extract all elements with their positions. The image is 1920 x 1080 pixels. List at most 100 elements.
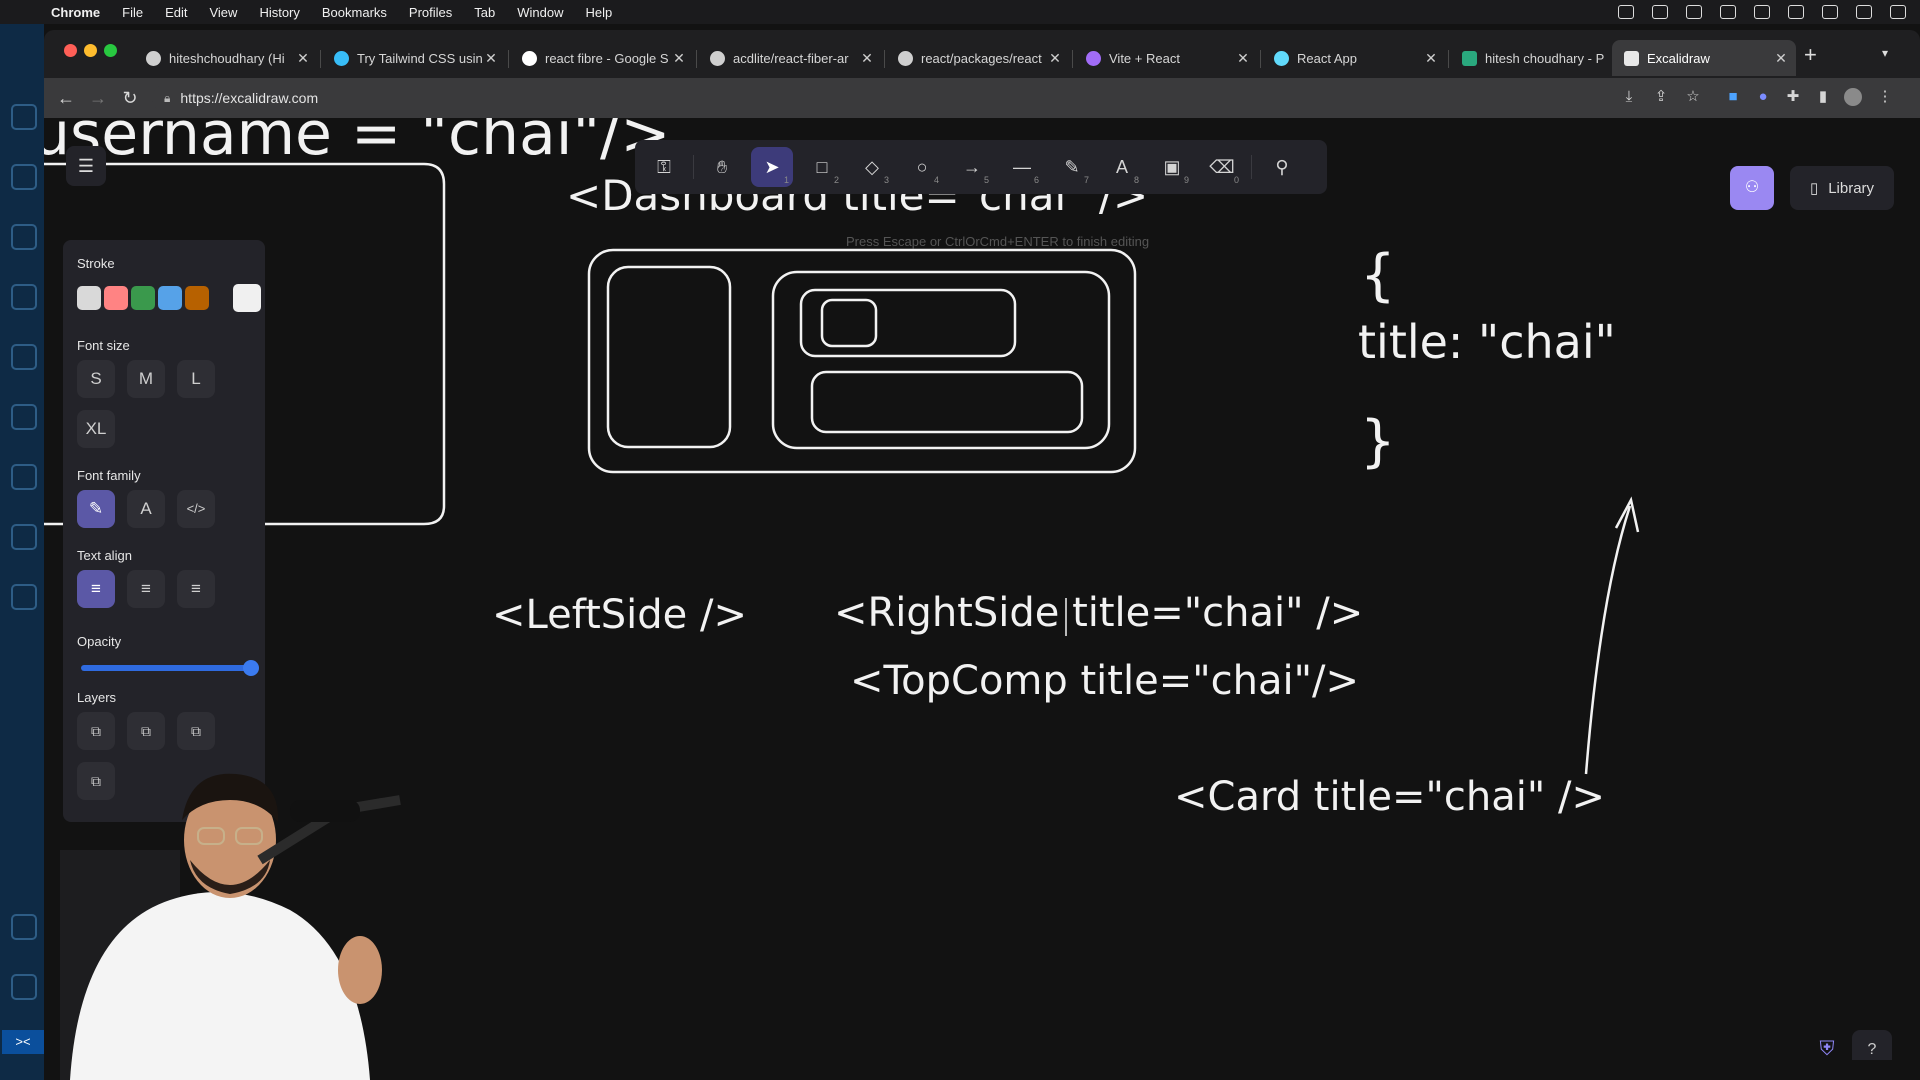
profile-avatar[interactable] bbox=[1844, 88, 1862, 106]
upward-arrow[interactable] bbox=[1584, 505, 1632, 775]
font-size-l-button[interactable]: L bbox=[177, 360, 215, 398]
title-prop-text[interactable]: title: "chai" bbox=[1358, 315, 1616, 369]
username-text[interactable]: username = "chai"/> bbox=[44, 118, 671, 169]
rectangle-tool-icon[interactable]: □ 2 bbox=[801, 147, 843, 187]
font-size-s-button[interactable]: S bbox=[77, 360, 115, 398]
leftside-text[interactable]: <LeftSide /> bbox=[492, 592, 747, 638]
tab-react-app[interactable]: React App ✕ bbox=[1262, 40, 1446, 76]
tab-tailwind[interactable]: Try Tailwind CSS usin ✕ bbox=[322, 40, 506, 76]
forward-button[interactable]: → bbox=[86, 86, 110, 110]
menu-chrome[interactable]: Chrome bbox=[40, 5, 111, 20]
close-tab-icon[interactable]: ✕ bbox=[482, 50, 500, 67]
close-tab-icon[interactable]: ✕ bbox=[858, 50, 876, 67]
topcomp-text[interactable]: <TopComp title="chai"/> bbox=[850, 658, 1359, 704]
status-icon-1[interactable] bbox=[1618, 5, 1634, 19]
live-share-icon[interactable] bbox=[11, 584, 37, 610]
rightside-text[interactable]: <RightSide title="chai" /> bbox=[834, 590, 1363, 636]
tab-react-fiber-architecture[interactable]: acdlite/react-fiber-ar ✕ bbox=[698, 40, 882, 76]
card-rectangle[interactable] bbox=[820, 298, 878, 348]
extensions-icon[interactable] bbox=[11, 344, 37, 370]
close-window-button[interactable] bbox=[64, 44, 77, 57]
docker-icon[interactable] bbox=[11, 464, 37, 490]
help-button[interactable]: ? bbox=[1852, 1030, 1892, 1060]
menu-history[interactable]: History bbox=[248, 5, 310, 20]
status-icon-3[interactable] bbox=[1686, 5, 1702, 19]
address-bar[interactable]: 🔒︎ https://excalidraw.com bbox=[152, 84, 1692, 112]
send-backward-icon[interactable]: ⧉ bbox=[127, 712, 165, 750]
bottom-rectangle[interactable] bbox=[810, 370, 1084, 434]
extra-tools-icon[interactable]: ⚲ bbox=[1261, 147, 1303, 187]
current-stroke-color[interactable] bbox=[233, 284, 261, 312]
new-tab-button[interactable]: + bbox=[1804, 42, 1817, 68]
remote-explorer-icon[interactable] bbox=[11, 404, 37, 430]
close-tab-icon[interactable]: ✕ bbox=[1234, 50, 1252, 67]
lock-icon[interactable]: 🔒︎ bbox=[164, 91, 170, 106]
menu-bookmarks[interactable]: Bookmarks bbox=[311, 5, 398, 20]
align-right-icon[interactable]: ≡ bbox=[177, 570, 215, 608]
remote-status-badge[interactable]: >< bbox=[2, 1030, 44, 1054]
close-tab-icon[interactable]: ✕ bbox=[1422, 50, 1440, 67]
bookmark-star-icon[interactable]: ☆ bbox=[1684, 88, 1702, 106]
text-tool-icon[interactable]: A8 bbox=[1101, 147, 1143, 187]
leftside-rectangle[interactable] bbox=[606, 265, 732, 449]
minimize-window-button[interactable] bbox=[84, 44, 97, 57]
ellipse-tool-icon[interactable]: ○ 4 bbox=[901, 147, 943, 187]
tab-react-packages[interactable]: react/packages/react ✕ bbox=[886, 40, 1070, 76]
font-size-m-button[interactable]: M bbox=[127, 360, 165, 398]
tab-github-hitesh[interactable]: hiteshchoudhary (Hi ✕ bbox=[134, 40, 318, 76]
brace-close-text[interactable]: } bbox=[1360, 409, 1396, 474]
status-icon-2[interactable] bbox=[1652, 5, 1668, 19]
back-button[interactable]: ← bbox=[54, 86, 78, 110]
status-icon-5[interactable] bbox=[1754, 5, 1770, 19]
send-to-back-icon[interactable]: ⧉ bbox=[77, 712, 115, 750]
eraser-tool-icon[interactable]: ⌫ 0 bbox=[1201, 147, 1243, 187]
menu-profiles[interactable]: Profiles bbox=[398, 5, 463, 20]
main-menu-button[interactable]: ☰ bbox=[66, 146, 106, 186]
run-debug-icon[interactable] bbox=[11, 284, 37, 310]
image-tool-icon[interactable]: ▣ 9 bbox=[1151, 147, 1193, 187]
draw-tool-icon[interactable]: ✎ 7 bbox=[1051, 147, 1093, 187]
stroke-color-swatch-5[interactable] bbox=[185, 286, 209, 310]
font-hand-drawn-icon[interactable]: ✎ bbox=[77, 490, 115, 528]
reload-button[interactable]: ↻ bbox=[118, 86, 142, 110]
dashboard-rectangle[interactable] bbox=[587, 248, 1137, 474]
font-size-xl-button[interactable]: XL bbox=[77, 410, 115, 448]
control-center-icon[interactable] bbox=[1822, 5, 1838, 19]
close-tab-icon[interactable]: ✕ bbox=[294, 50, 312, 67]
menu-view[interactable]: View bbox=[198, 5, 248, 20]
encryption-shield-icon[interactable]: ⛨ bbox=[1814, 1038, 1840, 1060]
menu-tab[interactable]: Tab bbox=[463, 5, 506, 20]
font-normal-icon[interactable]: A bbox=[127, 490, 165, 528]
brace-open-text[interactable]: { bbox=[1360, 243, 1396, 308]
stroke-color-swatch-3[interactable] bbox=[131, 286, 155, 310]
font-code-icon[interactable]: </> bbox=[177, 490, 215, 528]
side-panel-icon[interactable]: ▮ bbox=[1814, 88, 1832, 106]
extensions-puzzle-icon[interactable]: ✚ bbox=[1784, 88, 1802, 106]
menu-help[interactable]: Help bbox=[575, 5, 624, 20]
stroke-color-swatch-1[interactable] bbox=[77, 286, 101, 310]
stroke-color-swatch-4[interactable] bbox=[158, 286, 182, 310]
tab-vite-react[interactable]: Vite + React ✕ bbox=[1074, 40, 1258, 76]
card-text[interactable]: <Card title="chai" /> bbox=[1174, 774, 1605, 820]
install-app-icon[interactable]: ⤓ bbox=[1620, 88, 1638, 106]
close-tab-icon[interactable]: ✕ bbox=[670, 50, 688, 67]
menu-edit[interactable]: Edit bbox=[154, 5, 198, 20]
share-icon[interactable]: ⇪ bbox=[1652, 88, 1670, 106]
extension-icon-1[interactable]: ■ bbox=[1724, 88, 1742, 106]
extension-icon-2[interactable]: ● bbox=[1754, 88, 1772, 106]
diamond-tool-icon[interactable]: ◇ 3 bbox=[851, 147, 893, 187]
align-center-icon[interactable]: ≡ bbox=[127, 570, 165, 608]
siri-icon[interactable] bbox=[1856, 5, 1872, 19]
menu-file[interactable]: File bbox=[111, 5, 154, 20]
source-control-icon[interactable] bbox=[11, 224, 37, 250]
live-collaboration-button[interactable]: ⚇ bbox=[1730, 166, 1774, 210]
tab-hitesh-profile[interactable]: hitesh choudhary - P ✕ bbox=[1450, 40, 1634, 76]
explorer-icon[interactable] bbox=[11, 104, 37, 130]
opacity-slider[interactable] bbox=[81, 665, 249, 671]
tab-search-chevron-icon[interactable]: ▾ bbox=[1882, 46, 1888, 60]
line-tool-icon[interactable]: —6 bbox=[1001, 147, 1043, 187]
opacity-slider-thumb[interactable] bbox=[243, 660, 259, 676]
clock-icon[interactable] bbox=[1890, 5, 1906, 19]
align-left-icon[interactable]: ≡ bbox=[77, 570, 115, 608]
close-tab-icon[interactable]: ✕ bbox=[1046, 50, 1064, 67]
